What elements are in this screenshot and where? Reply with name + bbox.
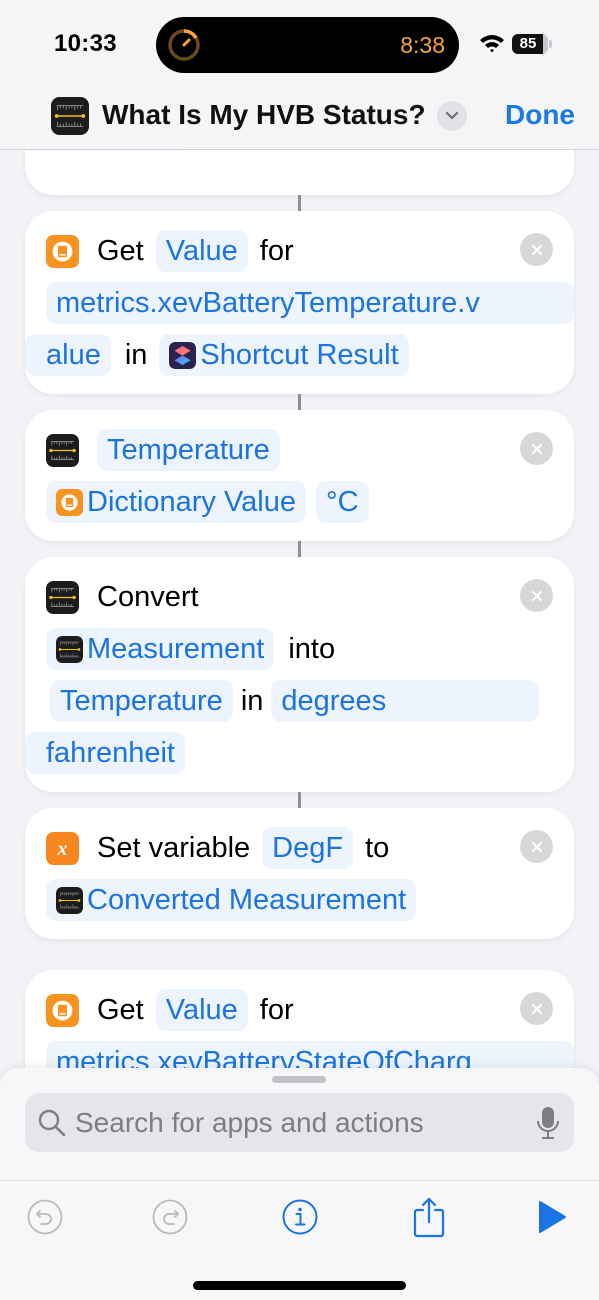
delete-action-button[interactable] [520, 579, 553, 612]
status-time: 10:33 [54, 30, 117, 57]
unit-token-continued[interactable]: fahrenheit [25, 732, 185, 774]
variable-name-token[interactable]: DegF [262, 827, 354, 869]
shortcut-title[interactable]: What Is My HVB Status? [102, 99, 426, 131]
action-word: into [288, 632, 336, 665]
close-icon [529, 839, 545, 855]
measure-icon[interactable] [51, 97, 89, 135]
timer-icon [168, 29, 200, 61]
action-verb: Get [97, 993, 144, 1026]
close-icon [529, 1001, 545, 1017]
delete-action-button[interactable] [520, 992, 553, 1025]
measurement-type-token[interactable]: Temperature [97, 429, 280, 471]
token-label: Shortcut Result [200, 338, 399, 371]
delete-action-button[interactable] [520, 233, 553, 266]
search-input[interactable] [75, 1093, 515, 1152]
unit-token[interactable]: degrees [271, 680, 540, 722]
sheet-grabber[interactable] [272, 1076, 326, 1083]
value-token[interactable]: Dictionary Value [46, 481, 307, 523]
unit-token[interactable]: °C [316, 481, 369, 523]
redo-button[interactable] [148, 1195, 192, 1239]
command-token[interactable]: Command [25, 150, 190, 151]
action-word: for [259, 993, 294, 1026]
home-indicator[interactable] [193, 1281, 406, 1290]
action-card-measurement[interactable]: Temperature Dictionary Value °C [25, 410, 574, 541]
play-icon [539, 1201, 566, 1233]
wifi-icon [480, 35, 504, 53]
measure-icon [46, 581, 79, 614]
undo-icon [27, 1199, 63, 1235]
connector-line [298, 792, 301, 808]
token-label: Dictionary Value [87, 485, 297, 518]
action-word: to [365, 831, 390, 864]
action-card-partial[interactable]: Command [25, 150, 574, 195]
dictionary-icon [56, 489, 83, 516]
close-icon [529, 588, 545, 604]
status-bar: 10:33 8:38 85 [0, 0, 599, 90]
share-icon [413, 1197, 445, 1238]
type-token[interactable]: Temperature [50, 680, 233, 722]
action-card-set-variable[interactable]: Set variable DegF to Converted Measureme… [25, 808, 574, 939]
nav-bar: What Is My HVB Status? Done [0, 90, 599, 150]
measure-icon [46, 434, 79, 467]
bottom-toolbar [0, 1180, 599, 1300]
connector-line [298, 195, 301, 211]
input-token[interactable]: Measurement [46, 628, 275, 670]
value-token[interactable]: Converted Measurement [46, 879, 417, 921]
action-card-convert[interactable]: Convert Measurement into Temperature in … [25, 557, 574, 792]
delete-action-button[interactable] [520, 830, 553, 863]
dictionary-icon [46, 994, 79, 1027]
search-bar[interactable] [25, 1093, 574, 1152]
run-button[interactable] [530, 1195, 574, 1239]
done-button[interactable]: Done [505, 99, 575, 131]
connector-line [298, 394, 301, 410]
delete-action-button[interactable] [520, 432, 553, 465]
dictionary-icon [46, 235, 79, 268]
shortcuts-icon [169, 342, 196, 369]
undo-button[interactable] [23, 1195, 67, 1239]
microphone-icon[interactable] [536, 1106, 560, 1140]
action-list[interactable]: Command Get Value for metrics.xevBattery… [0, 150, 599, 1070]
action-verb: Get [97, 234, 144, 267]
token-label: Measurement [87, 632, 265, 665]
action-search-sheet [0, 1068, 599, 1180]
key-token[interactable]: metrics.xevBatteryStateOfCharg [46, 1041, 574, 1070]
search-icon [38, 1109, 66, 1137]
close-icon [529, 441, 545, 457]
param-token[interactable]: Value [155, 989, 248, 1031]
action-word: in [124, 338, 148, 371]
variable-icon [46, 832, 79, 865]
title-menu-button[interactable] [437, 101, 467, 131]
redo-icon [152, 1199, 188, 1235]
measure-icon [56, 887, 83, 914]
action-verb: Convert [97, 580, 199, 613]
dynamic-island[interactable]: 8:38 [156, 17, 459, 73]
info-button[interactable] [278, 1195, 322, 1239]
battery-indicator: 85 [512, 34, 552, 54]
key-token-continued[interactable]: alue [25, 334, 111, 376]
action-card-get-dictionary-value[interactable]: Get Value for metrics.xevBatteryTemperat… [25, 211, 574, 394]
source-token[interactable]: Shortcut Result [159, 334, 409, 376]
token-label: Converted Measurement [87, 883, 407, 916]
chevron-down-icon [445, 111, 459, 120]
info-icon [282, 1199, 318, 1235]
timer-readout: 8:38 [400, 32, 445, 58]
action-word: for [259, 234, 294, 267]
measure-icon [56, 636, 83, 663]
param-token[interactable]: Value [155, 230, 248, 272]
share-button[interactable] [407, 1195, 451, 1239]
action-word: in [240, 684, 264, 717]
close-icon [529, 242, 545, 258]
connector-line [298, 541, 301, 557]
battery-level: 85 [519, 35, 537, 52]
action-verb: Set variable [97, 831, 251, 864]
action-card-get-dictionary-value[interactable]: Get Value for metrics.xevBatteryStateOfC… [25, 970, 574, 1070]
key-token[interactable]: metrics.xevBatteryTemperature.v [46, 282, 574, 324]
